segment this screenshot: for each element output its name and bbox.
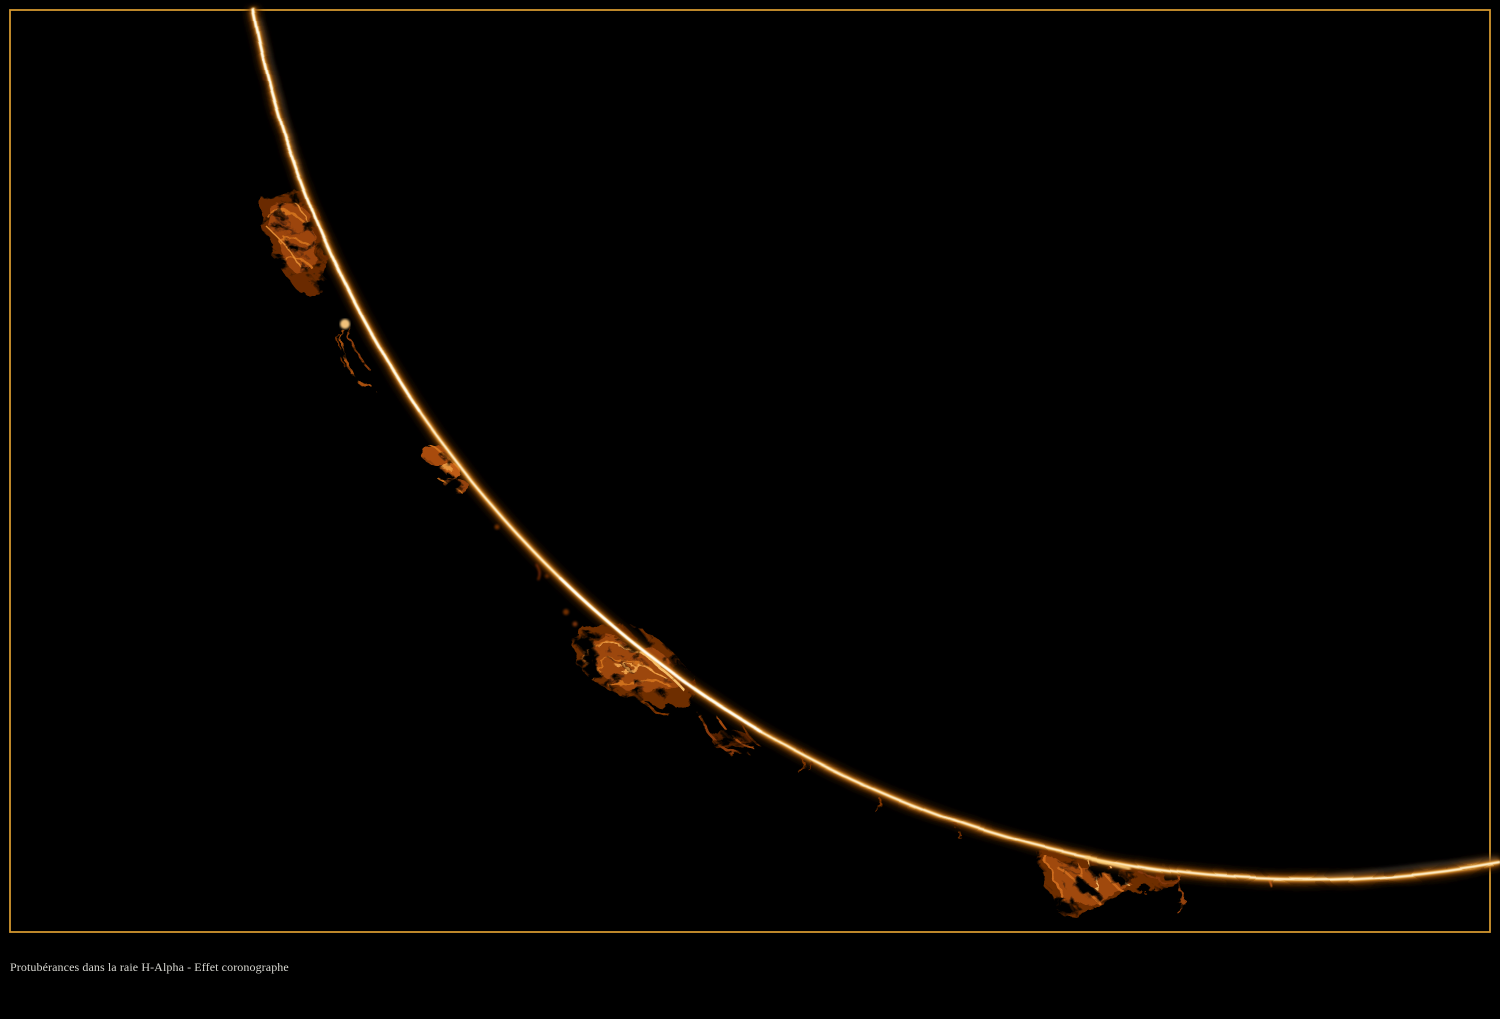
astrophoto-canvas: Protubérances dans la raie H-Alpha - Eff… [0,0,1500,1019]
caption: Protubérances dans la raie H-Alpha - Eff… [10,936,337,1019]
prominence-central [572,622,698,714]
caption-details: Pessac (33) 07:15 21-08-2023 - JP37 Astr… [10,1011,337,1019]
prominence-north [262,189,327,294]
frame-border [10,10,1490,932]
solar-limb-glow [253,8,1500,880]
solar-limb-image [0,0,1500,1019]
faint-specks-mid [495,525,608,641]
caption-title: Protubérances dans la raie H-Alpha - Eff… [10,961,337,973]
